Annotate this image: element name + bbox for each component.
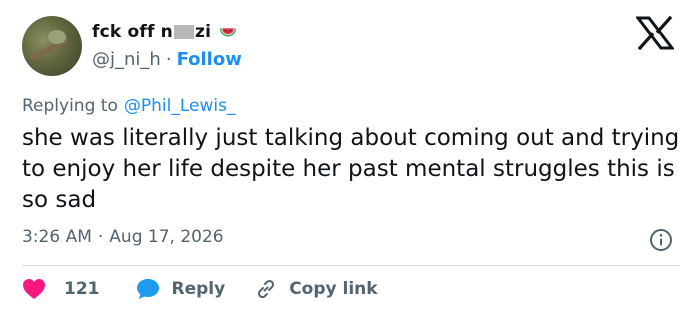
avatar-bird — [48, 30, 66, 44]
handle-row: @j_ni_h · Follow — [92, 49, 242, 70]
tweet-text: she was literally just talking about com… — [22, 125, 680, 213]
reply-label: Reply — [171, 279, 226, 299]
follow-button[interactable]: Follow — [177, 49, 242, 70]
copy-link-button[interactable]: Copy link — [255, 278, 378, 300]
x-logo-icon[interactable] — [636, 16, 674, 50]
action-bar: 121 Reply Copy link — [22, 278, 378, 300]
tweet-time: 3:26 AM — [22, 227, 92, 247]
timestamp-separator: · — [97, 227, 104, 247]
reply-bubble-icon — [136, 279, 159, 299]
display-name-part: fck off n — [92, 22, 173, 42]
user-handle[interactable]: @j_ni_h — [92, 49, 161, 70]
like-count: 121 — [64, 279, 100, 299]
censor-bar — [174, 25, 194, 39]
avatar[interactable] — [22, 16, 82, 76]
copy-link-label: Copy link — [289, 279, 378, 299]
replying-to: Replying to @Phil_Lewis_ — [22, 96, 235, 116]
separator-dot: · — [165, 49, 172, 70]
reply-button[interactable]: Reply — [136, 278, 226, 300]
like-button[interactable]: 121 — [22, 278, 100, 300]
display-name-part: zi — [195, 22, 212, 42]
author-name-row: fck off n zi — [92, 22, 237, 42]
tweet-date: Aug 17, 2026 — [109, 227, 224, 247]
display-name[interactable]: fck off n zi — [92, 22, 211, 42]
heart-icon — [23, 279, 45, 299]
watermelon-icon — [220, 28, 237, 37]
divider — [22, 265, 680, 266]
replying-to-mention[interactable]: @Phil_Lewis_ — [124, 96, 236, 116]
replying-to-label: Replying to — [22, 96, 118, 116]
tweet-timestamp[interactable]: 3:26 AM · Aug 17, 2026 — [22, 227, 224, 247]
link-icon — [258, 279, 275, 299]
info-icon[interactable] — [649, 228, 673, 252]
